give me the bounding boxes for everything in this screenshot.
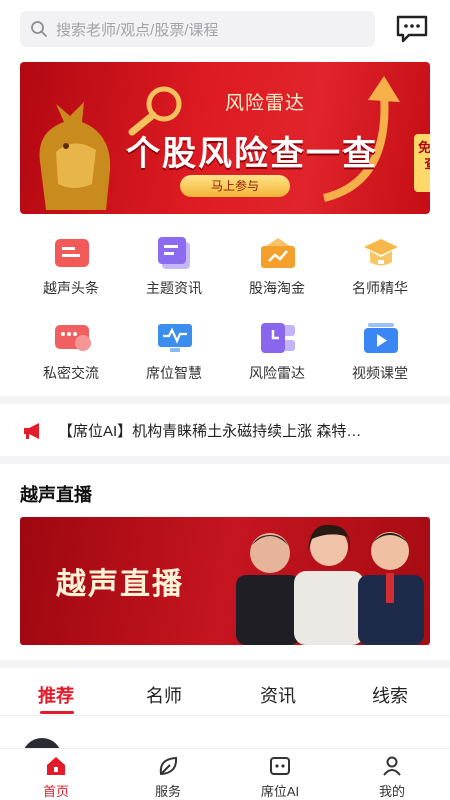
live-section-title: 越声直播 xyxy=(20,485,92,505)
grid-item-masters[interactable]: 名师精华 xyxy=(324,230,436,300)
tab-masters[interactable]: 名师 xyxy=(146,682,182,708)
search-bar-row: 搜索老师/观点/股票/课程 xyxy=(0,0,450,60)
nav-seat-ai[interactable]: 席位AI xyxy=(224,749,336,800)
search-placeholder: 搜索老师/观点/股票/课程 xyxy=(56,21,219,39)
banner-headline: 个股风险查一查 xyxy=(126,135,378,173)
free-badge: 免费查 xyxy=(414,134,430,192)
tab-clues[interactable]: 线索 xyxy=(372,682,408,708)
banner-subtitle: 风险雷达 xyxy=(224,93,305,114)
grid-label: 主题资讯 xyxy=(146,280,202,296)
section-divider xyxy=(0,660,450,668)
trend-box-icon xyxy=(261,238,295,268)
live-banner-title: 越声直播 xyxy=(56,568,184,601)
grid-label: 股海淘金 xyxy=(249,280,305,296)
clock-icon xyxy=(261,323,295,353)
bottom-nav: 首页 服务 席位AI 我的 xyxy=(0,748,450,800)
nav-label: 席位AI xyxy=(260,784,300,799)
grid-item-topics[interactable]: 主题资讯 xyxy=(118,230,230,300)
nav-label: 服务 xyxy=(154,784,181,799)
grid-label: 席位智慧 xyxy=(146,365,202,381)
nav-label: 首页 xyxy=(42,784,69,799)
ticker-text: 【席位AI】机构青睐稀土永磁持续上涨 森特… xyxy=(58,423,362,440)
content-tabs: 推荐 名师 资讯 线索 xyxy=(0,670,450,716)
grid-item-gold[interactable]: 股海淘金 xyxy=(221,230,333,300)
section-divider xyxy=(0,456,450,464)
grid-label: 越声头条 xyxy=(43,280,99,296)
grid-item-risk-radar[interactable]: 风险雷达 xyxy=(221,315,333,385)
nav-services[interactable]: 服务 xyxy=(112,749,224,800)
grid-item-seat-wisdom[interactable]: 席位智慧 xyxy=(118,315,230,385)
grid-item-video[interactable]: 视频课堂 xyxy=(324,315,436,385)
news-ticker[interactable]: 【席位AI】机构青睐稀土永磁持续上涨 森特… xyxy=(0,406,450,452)
live-banner[interactable]: 越声直播 xyxy=(20,517,430,645)
grid-label: 风险雷达 xyxy=(249,365,305,381)
user-icon xyxy=(383,756,401,776)
nav-home[interactable]: 首页 xyxy=(0,749,112,800)
grid-item-news[interactable]: 越声头条 xyxy=(15,230,127,300)
section-divider xyxy=(0,396,450,404)
message-icon[interactable] xyxy=(395,14,429,44)
active-tab-indicator xyxy=(40,711,74,714)
chat-icon xyxy=(55,325,91,351)
grid-item-private-chat[interactable]: 私密交流 xyxy=(15,315,127,385)
leaf-icon xyxy=(159,756,178,776)
ai-icon xyxy=(270,757,290,775)
nav-label: 我的 xyxy=(378,784,405,799)
monitor-pulse-icon xyxy=(158,324,192,352)
megaphone-icon xyxy=(24,423,39,439)
grid-label: 名师精华 xyxy=(352,280,408,296)
hosts-photo xyxy=(236,524,424,645)
grid-label: 视频课堂 xyxy=(352,365,408,381)
document-icon xyxy=(158,237,190,269)
home-icon xyxy=(47,757,65,775)
news-icon xyxy=(55,239,89,267)
tab-news[interactable]: 资讯 xyxy=(260,682,296,708)
banner-cta-button[interactable]: 马上参与 xyxy=(180,175,290,197)
search-icon xyxy=(31,21,47,37)
graduation-cap-icon xyxy=(364,239,398,266)
grid-label: 私密交流 xyxy=(43,365,99,381)
play-icon xyxy=(364,323,398,353)
nav-profile[interactable]: 我的 xyxy=(336,749,448,800)
promo-banner[interactable]: 风险雷达 个股风险查一查 马上参与 免费查 xyxy=(20,62,430,214)
tab-recommend[interactable]: 推荐 xyxy=(38,682,74,708)
search-input[interactable]: 搜索老师/观点/股票/课程 xyxy=(20,11,375,47)
